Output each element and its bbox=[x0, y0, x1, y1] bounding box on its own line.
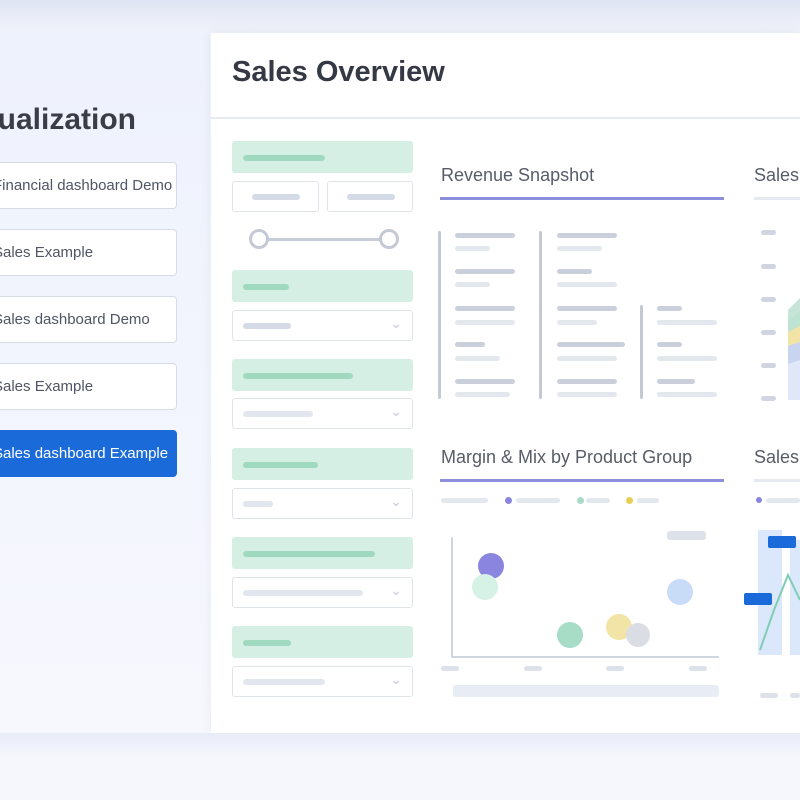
chevron-down-icon: ⌄ bbox=[390, 582, 402, 598]
chevron-down-icon: ⌄ bbox=[390, 493, 402, 509]
card-title-underline bbox=[440, 479, 724, 482]
chevron-down-icon: ⌄ bbox=[390, 315, 402, 331]
table-divider bbox=[640, 305, 643, 399]
card-title-underline bbox=[440, 197, 724, 200]
filter-dropdown[interactable]: ⌄ bbox=[232, 310, 413, 341]
filter-dropdown[interactable]: ⌄ bbox=[232, 666, 413, 697]
sidebar-item-sales-example-2[interactable]: Sales Example bbox=[0, 363, 177, 410]
filter-header bbox=[232, 537, 413, 569]
range-slider-handle-max[interactable] bbox=[379, 229, 399, 249]
bottom-shadow bbox=[0, 733, 800, 800]
sidebar-item-financial-dashboard-demo[interactable]: Financial dashboard Demo bbox=[0, 162, 177, 209]
chart-scrollbar[interactable] bbox=[453, 685, 719, 697]
filter-dropdown[interactable]: ⌄ bbox=[232, 577, 413, 608]
sales-card-bottom: Sales bbox=[740, 440, 800, 710]
filter-header bbox=[232, 270, 413, 302]
filter-header bbox=[232, 448, 413, 480]
filter-dropdown[interactable]: ⌄ bbox=[232, 488, 413, 519]
filter-button[interactable] bbox=[327, 181, 413, 212]
sidebar-item-sales-dashboard-demo[interactable]: Sales dashboard Demo bbox=[0, 296, 177, 343]
sidebar-item-label: Sales Example bbox=[0, 378, 94, 395]
legend-dot bbox=[577, 497, 584, 504]
page-title: Sales Overview bbox=[232, 56, 445, 88]
filter-dropdown[interactable]: ⌄ bbox=[232, 398, 413, 429]
sidebar-item-label: Sales dashboard Demo bbox=[0, 311, 150, 328]
legend-dot bbox=[626, 497, 633, 504]
filter-header bbox=[232, 359, 413, 391]
sidebar-item-label: Financial dashboard Demo bbox=[0, 177, 173, 194]
filter-button[interactable] bbox=[232, 181, 319, 212]
filter-header bbox=[232, 626, 413, 658]
chevron-down-icon: ⌄ bbox=[390, 403, 402, 419]
sidebar-item-label: Sales dashboard Example bbox=[0, 445, 169, 462]
legend-dot bbox=[505, 497, 512, 504]
sidebar-items: Financial dashboard Demo Sales Example S… bbox=[0, 0, 210, 800]
sales-card-top: Sales bbox=[754, 160, 800, 410]
chevron-down-icon: ⌄ bbox=[390, 671, 402, 687]
card-title-margin-mix: Margin & Mix by Product Group bbox=[441, 447, 693, 467]
stacked-area-chart bbox=[788, 298, 800, 400]
range-slider-handle-min[interactable] bbox=[249, 229, 269, 249]
table-divider bbox=[539, 231, 542, 399]
range-slider-track[interactable] bbox=[258, 238, 388, 241]
filter-header bbox=[232, 141, 413, 173]
sidebar-item-sales-dashboard-example[interactable]: Sales dashboard Example bbox=[0, 430, 177, 477]
title-divider bbox=[211, 117, 800, 119]
card-title-revenue-snapshot: Revenue Snapshot bbox=[441, 165, 595, 185]
sidebar-item-sales-example[interactable]: Sales Example bbox=[0, 229, 177, 276]
sidebar-item-label: Sales Example bbox=[0, 244, 94, 261]
table-divider bbox=[438, 231, 441, 399]
